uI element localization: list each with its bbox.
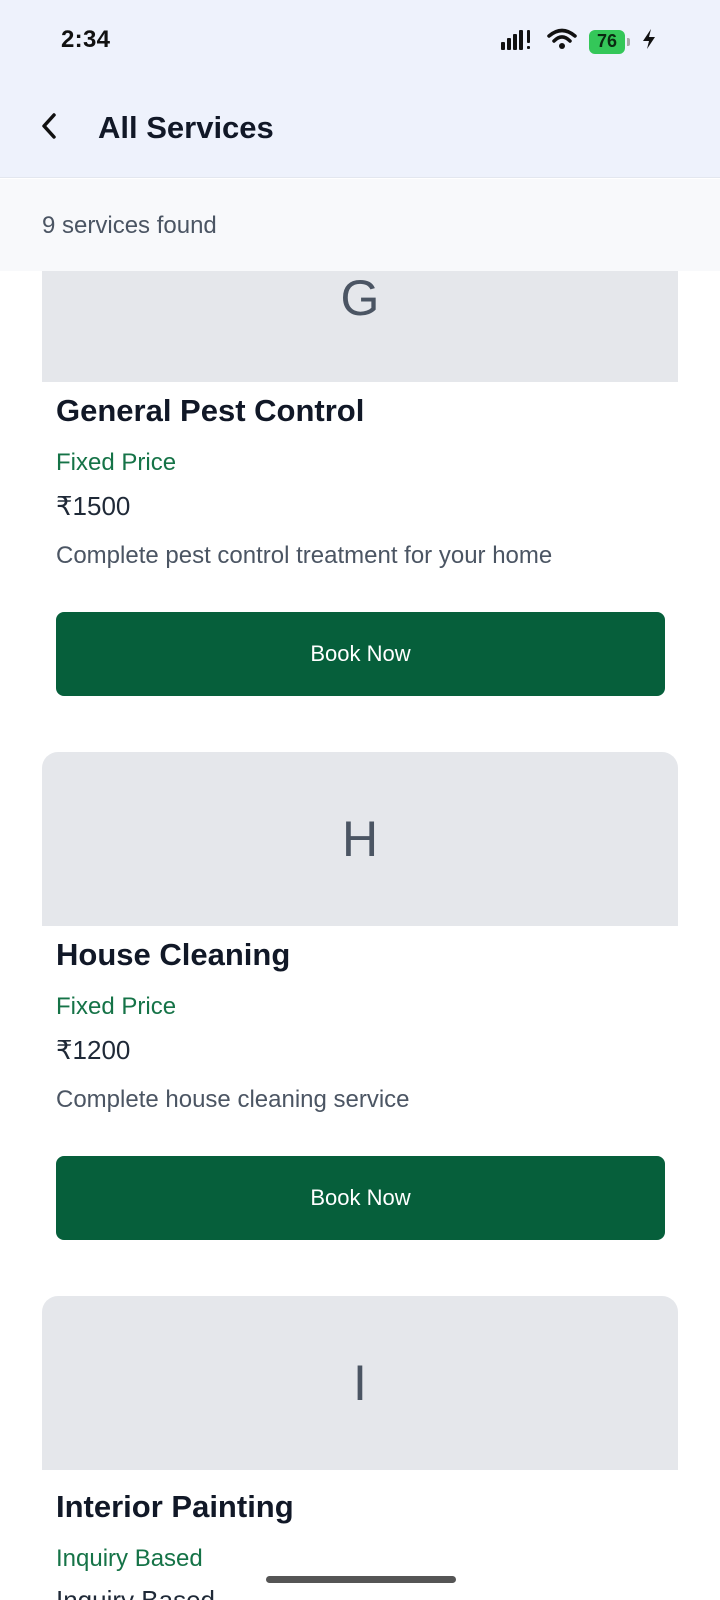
service-banner: G — [42, 269, 678, 382]
service-description: Complete pest control treatment for your… — [56, 542, 553, 569]
page-title: All Services — [98, 110, 274, 145]
battery-indicator: 76 — [589, 29, 630, 54]
top-app-bar: 2:34 76 All Services — [0, 0, 720, 178]
wifi-icon — [547, 28, 577, 55]
service-description: Complete house cleaning service — [56, 1086, 410, 1113]
service-banner: I — [42, 1296, 678, 1470]
battery-cap — [627, 37, 630, 46]
results-count: 9 services found — [42, 212, 217, 239]
service-price: Inquiry Based — [56, 1585, 215, 1600]
service-banner: H — [42, 752, 678, 926]
cellular-signal-icon — [501, 28, 535, 55]
service-name: Interior Painting — [56, 1489, 294, 1524]
book-now-button[interactable]: Book Now — [56, 612, 665, 696]
status-time: 2:34 — [61, 26, 111, 53]
charging-bolt-icon — [642, 28, 656, 55]
service-initial: G — [340, 269, 380, 326]
book-now-button[interactable]: Book Now — [56, 1156, 665, 1240]
chevron-left-icon — [39, 112, 61, 145]
service-card[interactable]: H House Cleaning Fixed Price ₹1200 Compl… — [42, 752, 678, 1242]
service-initial: H — [341, 811, 379, 867]
service-pricing-type: Fixed Price — [56, 993, 177, 1020]
status-icons: 76 — [501, 28, 656, 55]
service-name: General Pest Control — [56, 393, 365, 428]
home-indicator[interactable] — [266, 1576, 456, 1583]
service-price: ₹1500 — [56, 491, 131, 521]
battery-level: 76 — [589, 29, 625, 54]
service-pricing-type: Fixed Price — [56, 449, 177, 476]
back-button[interactable] — [30, 106, 70, 150]
service-name: House Cleaning — [56, 937, 291, 972]
service-pricing-type: Inquiry Based — [56, 1545, 203, 1572]
app-screen: 2:34 76 All Services 9 services found G … — [0, 0, 720, 1600]
service-price: ₹1200 — [56, 1035, 131, 1065]
service-card[interactable]: I Interior Painting Inquiry Based Inquir… — [42, 1296, 678, 1600]
service-initial: I — [353, 1355, 367, 1411]
service-card[interactable]: G General Pest Control Fixed Price ₹1500… — [42, 269, 678, 701]
